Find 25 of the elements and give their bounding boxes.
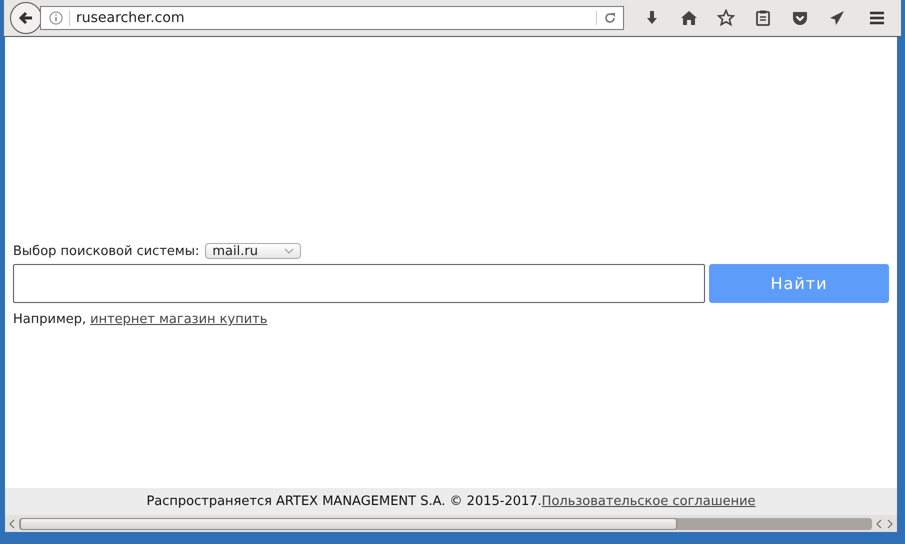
example-label: Например, <box>13 312 86 327</box>
back-arrow-icon <box>17 9 35 27</box>
bookmark-star-icon[interactable] <box>717 9 735 27</box>
reload-icon[interactable] <box>596 11 617 25</box>
scroll-left-icon[interactable] <box>875 518 883 528</box>
caret-icon <box>284 248 294 254</box>
info-icon <box>49 11 63 25</box>
address-bar[interactable]: rusearcher.com <box>40 6 624 30</box>
menu-icon[interactable] <box>868 9 886 27</box>
clipboard-icon[interactable] <box>754 9 772 27</box>
pocket-icon[interactable] <box>791 9 809 27</box>
home-icon[interactable] <box>680 9 698 27</box>
url-text: rusearcher.com <box>69 10 596 26</box>
engine-dropdown[interactable]: mail.ru <box>205 243 302 259</box>
scroll-left-icon[interactable] <box>8 518 16 528</box>
user-agreement-link[interactable]: Пользовательское соглашение <box>542 494 756 509</box>
send-icon[interactable] <box>828 9 846 27</box>
back-button[interactable] <box>10 2 42 34</box>
scrollbar-track[interactable] <box>19 518 872 530</box>
example-link[interactable]: интернет магазин купить <box>90 312 268 327</box>
scrollbar-thumb[interactable] <box>20 518 677 530</box>
scroll-right-icon[interactable] <box>886 518 894 528</box>
search-field[interactable] <box>13 264 705 303</box>
engine-label: Выбор поисковой системы: <box>13 244 200 258</box>
copyright-text: Распространяется ARTEX MANAGEMENT S.A. © 2015-2017. <box>146 494 542 509</box>
